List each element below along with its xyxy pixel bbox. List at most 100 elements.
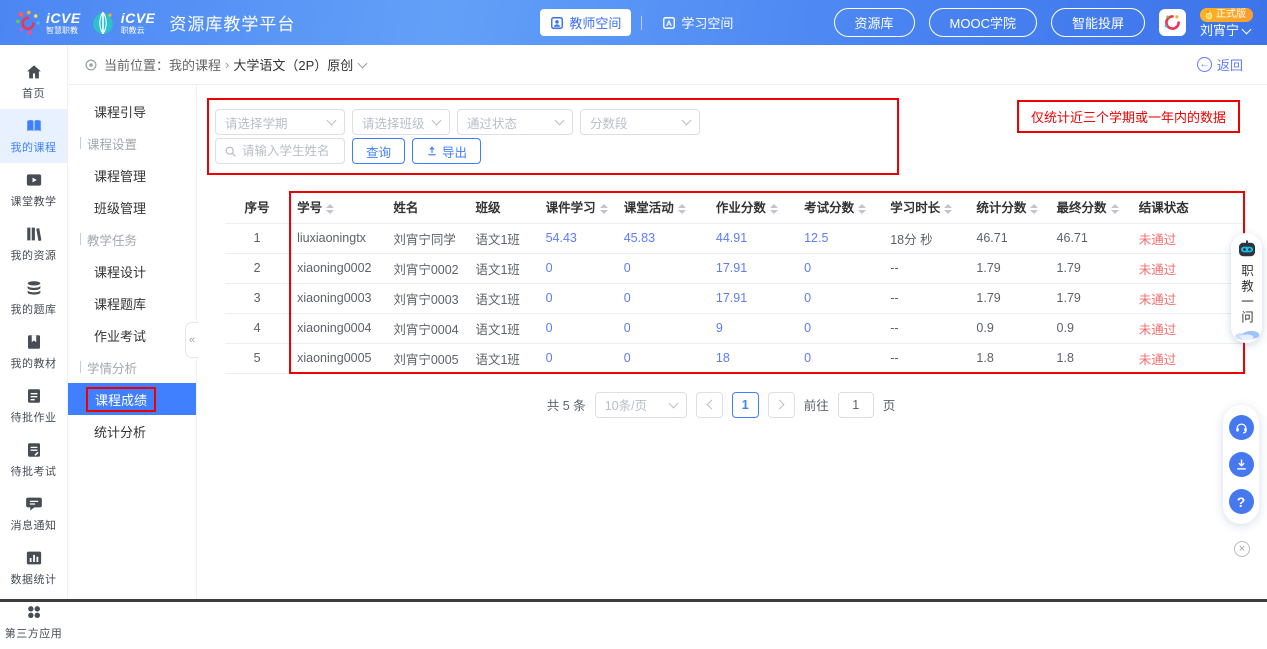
sort-carets-icon[interactable] (600, 204, 608, 214)
cell-exam_score[interactable]: 12.5 (796, 223, 882, 253)
sort-carets-icon[interactable] (858, 204, 866, 214)
cell-activity_score[interactable]: 0 (616, 253, 708, 283)
sidebar-item-my-textbooks[interactable]: 我的教材 (0, 325, 67, 379)
sort-carets-icon[interactable] (770, 204, 778, 214)
sidebar-item-my-courses[interactable]: 我的课程 (0, 109, 67, 163)
goto-page-input[interactable] (838, 392, 874, 418)
submenu-item-course-grades[interactable]: 课程成绩 (68, 383, 196, 415)
robot-icon (1235, 237, 1259, 261)
cell-courseware_score[interactable]: 0 (538, 283, 616, 313)
cell-homework_score[interactable]: 17.91 (708, 283, 796, 313)
semester-select[interactable]: 请选择学期 (215, 109, 345, 135)
table-row: 2xiaoning0002刘宵宁0002语文1班0017.910--1.791.… (225, 253, 1245, 283)
annotation-box-filters: 请选择学期 请选择班级 通过状态 分数段 查询 (207, 98, 899, 175)
submenu-item-homework-exam[interactable]: 作业考试 (68, 319, 196, 351)
sort-carets-icon[interactable] (1030, 204, 1038, 214)
sidebar-item-data-statistics[interactable]: 数据统计 (0, 541, 67, 595)
cell-name: 刘宵宁0004 (385, 313, 467, 343)
user-menu[interactable]: 刘宵宁 (1200, 24, 1250, 37)
next-page-button[interactable] (768, 392, 795, 418)
help-button[interactable]: ? (1229, 489, 1254, 514)
col-stat_score[interactable]: 统计分数 (968, 191, 1048, 223)
sidebar-item-homework-to-grade[interactable]: 待批作业 (0, 379, 67, 433)
search-icon (224, 145, 237, 158)
homework-to-grade-icon (25, 387, 43, 405)
avatar[interactable] (1159, 9, 1186, 36)
course-switch-caret-icon[interactable] (358, 58, 368, 68)
zhijiao-assistant-widget[interactable]: 职教一问 (1231, 233, 1262, 343)
class-select[interactable]: 请选择班级 (352, 109, 450, 135)
cell-homework_score[interactable]: 9 (708, 313, 796, 343)
cell-exam_score[interactable]: 0 (796, 253, 882, 283)
chevron-down-icon (327, 116, 337, 126)
sidebar-item-messages[interactable]: 消息通知 (0, 487, 67, 541)
cell-homework_score[interactable]: 17.91 (708, 253, 796, 283)
cell-homework_score[interactable]: 44.91 (708, 223, 796, 253)
student-space-tab[interactable]: 学习空间 (652, 9, 743, 36)
download-button[interactable] (1229, 452, 1254, 477)
submenu-item-course-management[interactable]: 课程管理 (68, 159, 196, 191)
back-button[interactable]: ← 返回 (1197, 55, 1243, 74)
data-statistics-icon (25, 549, 43, 567)
cell-courseware_score[interactable]: 0 (538, 313, 616, 343)
submenu-item-course-design[interactable]: 课程设计 (68, 255, 196, 287)
query-button[interactable]: 查询 (352, 138, 405, 164)
submenu-item-course-guide[interactable]: 课程引导 (68, 95, 196, 127)
cell-status: 未通过 (1131, 313, 1245, 343)
teacher-space-tab[interactable]: 教师空间 (540, 9, 631, 36)
col-name: 姓名 (385, 191, 467, 223)
col-exam_score[interactable]: 考试分数 (796, 191, 882, 223)
submenu-item-course-question-bank[interactable]: 课程题库 (68, 287, 196, 319)
cell-activity_score[interactable]: 0 (616, 283, 708, 313)
pass-status-select[interactable]: 通过状态 (457, 109, 573, 135)
sidebar-item-home[interactable]: 首页 (0, 55, 67, 109)
page-size-select[interactable]: 10条/页 (595, 392, 687, 418)
cell-exam_score[interactable]: 0 (796, 283, 882, 313)
current-page-button[interactable]: 1 (732, 392, 759, 418)
icve-shell-logo-icon (89, 9, 117, 37)
breadcrumb-root[interactable]: 我的课程 (169, 55, 221, 74)
icve-zhijiaoyun-logo: iCVE 职教云 (89, 9, 156, 37)
cell-activity_score[interactable]: 45.83 (616, 223, 708, 253)
col-homework_score[interactable]: 作业分数 (708, 191, 796, 223)
sidebar-item-my-resources[interactable]: 我的资源 (0, 217, 67, 271)
customer-service-button[interactable] (1229, 415, 1254, 440)
submenu-section-teaching-tasks: 教学任务 (68, 223, 196, 255)
mooc-academy-button[interactable]: MOOC学院 (929, 8, 1037, 37)
cell-activity_score[interactable]: 0 (616, 313, 708, 343)
student-name-input[interactable] (242, 144, 336, 158)
sidebar-item-classroom-teaching[interactable]: 课堂教学 (0, 163, 67, 217)
cell-courseware_score[interactable]: 54.43 (538, 223, 616, 253)
smart-cast-button[interactable]: 智能投屏 (1051, 8, 1145, 37)
sort-carets-icon[interactable] (1111, 204, 1119, 214)
sort-carets-icon[interactable] (326, 204, 334, 214)
cell-exam_score[interactable]: 0 (796, 343, 882, 373)
sidebar-item-exams-to-grade[interactable]: 待批考试 (0, 433, 67, 487)
chevron-right-icon (774, 400, 784, 410)
prev-page-button[interactable] (696, 392, 723, 418)
close-toolbar-icon[interactable]: × (1234, 541, 1250, 557)
cell-activity_score[interactable]: 0 (616, 343, 708, 373)
sort-carets-icon[interactable] (678, 204, 686, 214)
col-courseware_score[interactable]: 课件学习 (538, 191, 616, 223)
cell-homework_score[interactable]: 18 (708, 343, 796, 373)
sidebar-item-my-question-bank[interactable]: 我的题库 (0, 271, 67, 325)
breadcrumb-current[interactable]: 大学语文（2P）原创 (233, 55, 353, 74)
col-study_duration[interactable]: 学习时长 (882, 191, 968, 223)
cell-courseware_score[interactable]: 0 (538, 253, 616, 283)
col-activity_score[interactable]: 课堂活动 (616, 191, 708, 223)
sort-carets-icon[interactable] (944, 204, 952, 214)
submenu-item-statistical-analysis[interactable]: 统计分析 (68, 415, 196, 447)
score-range-select[interactable]: 分数段 (580, 109, 700, 135)
cell-courseware_score[interactable]: 0 (538, 343, 616, 373)
sidebar-collapse-handle[interactable]: « (185, 322, 198, 358)
resource-library-button[interactable]: 资源库 (834, 8, 915, 37)
submenu-item-class-management[interactable]: 班级管理 (68, 191, 196, 223)
sidebar-item-third-party-apps[interactable]: 第三方应用 (0, 595, 67, 649)
col-final_score[interactable]: 最终分数 (1049, 191, 1131, 223)
breadcrumb-prefix: 当前位置： (104, 55, 169, 74)
col-student_id[interactable]: 学号 (289, 191, 385, 223)
cell-exam_score[interactable]: 0 (796, 313, 882, 343)
export-button[interactable]: 导出 (412, 138, 481, 164)
cloud-icon (1234, 329, 1260, 340)
